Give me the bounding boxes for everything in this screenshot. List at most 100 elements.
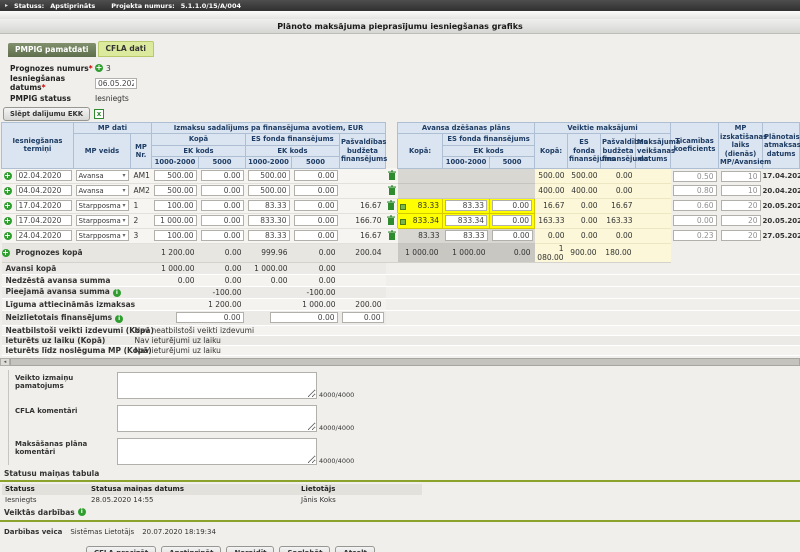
slept-dalijumu-ekk-button[interactable]: Slēpt dalījumu EKK (3, 107, 90, 121)
koef-input[interactable] (673, 171, 717, 182)
termins-input[interactable] (16, 170, 72, 181)
recalc-icon[interactable] (400, 219, 406, 225)
e2-input[interactable] (294, 230, 338, 241)
apstiprinat-button[interactable]: Apstiprināt (161, 546, 221, 552)
recalc-icon[interactable] (400, 204, 406, 210)
info-icon[interactable]: i (113, 289, 121, 297)
info-icon[interactable]: i (78, 508, 86, 516)
veikto-izmainu-textarea[interactable] (117, 372, 317, 399)
darbibas-veica-user: Sistēmas Lietotājs (70, 528, 134, 536)
adp-kopa-value: 83.33 (418, 201, 439, 210)
scrollbar-thumb[interactable] (10, 358, 800, 366)
vm-kopa-value: 500.00 (535, 168, 568, 183)
adp-kopa-value: 1 000.00 (398, 243, 443, 262)
delete-row-icon[interactable] (388, 170, 396, 180)
saglabat-button[interactable]: Saglabāt (279, 546, 330, 552)
add-row-icon[interactable]: + (4, 172, 12, 180)
k2-input[interactable] (201, 185, 244, 196)
vm-kopa-value: 16.67 (535, 198, 568, 213)
add-row-icon[interactable]: + (4, 217, 12, 225)
laiks-input[interactable] (721, 215, 761, 226)
koef-input[interactable] (673, 200, 717, 211)
vm-datums-value (636, 213, 671, 228)
char-counter: 4000/4000 (319, 424, 354, 432)
k1-input[interactable] (154, 230, 197, 241)
delete-row-icon[interactable] (388, 185, 396, 195)
adp-5000-input[interactable] (492, 200, 532, 211)
koef-input[interactable] (673, 230, 717, 241)
mp-veids-select[interactable]: Avansa▾ (76, 170, 129, 181)
col-vm-kopa: Kopā: (535, 134, 568, 168)
neizlietotais-es-input[interactable] (270, 312, 338, 323)
add-row-icon[interactable]: + (4, 187, 12, 195)
e2-input[interactable] (294, 200, 338, 211)
e2-input[interactable] (294, 170, 338, 181)
delete-row-icon[interactable] (387, 215, 395, 225)
excel-export-icon[interactable]: x (94, 109, 104, 119)
info-icon[interactable]: i (115, 315, 123, 323)
atcelt-button[interactable]: Atcelt (335, 546, 374, 552)
adp-1000-input[interactable] (445, 200, 487, 211)
termins-input[interactable] (16, 185, 72, 196)
termins-input[interactable] (16, 200, 72, 211)
iesniegsanas-datums-input[interactable] (95, 78, 137, 89)
vm-pasv-value: 180.00 (601, 243, 636, 262)
e1-input[interactable] (248, 185, 290, 196)
add-prognoze-icon[interactable]: + (95, 64, 103, 72)
e2-input[interactable] (294, 215, 338, 226)
scroll-left-icon[interactable]: ◂ (0, 358, 10, 366)
e2-input[interactable] (294, 185, 338, 196)
k2-input[interactable] (201, 215, 244, 226)
laiks-input[interactable] (721, 200, 761, 211)
koef-input[interactable] (673, 185, 717, 196)
add-row-icon[interactable]: + (4, 202, 12, 210)
adp-1000-input[interactable] (445, 215, 487, 226)
mp-veids-select[interactable]: Avansa▾ (76, 185, 129, 196)
e1-input[interactable] (248, 200, 290, 211)
neizlietotais-pasv-input[interactable] (342, 312, 384, 323)
delete-row-icon[interactable] (388, 230, 396, 240)
k1-input[interactable] (154, 185, 197, 196)
veikto-izmainu-label: Veikto izmaiņu pamatojums (15, 372, 117, 399)
delete-row-icon[interactable] (387, 200, 395, 210)
e1-input[interactable] (248, 215, 290, 226)
neizlietotais-kopa-input[interactable] (176, 312, 244, 323)
cfla-precizet-button[interactable]: CFLA precizēt (86, 546, 156, 552)
termins-input[interactable] (16, 230, 72, 241)
maksasanas-plana-textarea[interactable] (117, 438, 317, 465)
col-adp-kopa: Kopā: (398, 134, 443, 168)
adp-5000-input[interactable] (492, 215, 532, 226)
k2-input[interactable] (201, 230, 244, 241)
expander-arrow-icon[interactable]: ▸ (5, 2, 8, 9)
mp-veids-select[interactable]: Starpposma▾ (76, 200, 129, 211)
k1-input[interactable] (154, 215, 197, 226)
e1-input[interactable] (248, 170, 290, 181)
row-label: Līguma attiecināmās izmaksas (2, 298, 152, 310)
tab-pmpig-pamatdati[interactable]: PMPIG pamatdati (8, 43, 96, 57)
laiks-input[interactable] (721, 230, 761, 241)
e1-input[interactable] (248, 230, 290, 241)
laiks-input[interactable] (721, 185, 761, 196)
mp-veids-select[interactable]: Starpposma▾ (76, 230, 129, 241)
mp-veids-select[interactable]: Starpposma▾ (76, 215, 129, 226)
koef-input[interactable] (673, 215, 717, 226)
cfla-komentari-textarea[interactable] (117, 405, 317, 432)
pasv-value (340, 183, 386, 198)
mp-row: +Avansa▾AM1500.00500.000.0017.04.2020 (2, 168, 800, 183)
k2-input[interactable] (201, 200, 244, 211)
add-row-icon[interactable]: + (2, 249, 10, 257)
adp-5000-input[interactable] (492, 230, 533, 241)
tab-cfla-dati[interactable]: CFLA dati (98, 41, 154, 57)
add-row-icon[interactable]: + (4, 232, 12, 240)
k1-input[interactable] (154, 200, 197, 211)
termins-input[interactable] (16, 215, 72, 226)
laiks-input[interactable] (721, 171, 761, 182)
horizontal-scrollbar[interactable]: ◂ (0, 358, 800, 366)
mp-nr-value: 1 (131, 198, 152, 213)
adp-1000-input[interactable] (445, 230, 488, 241)
vm-datums-value (636, 168, 671, 183)
pasv-value: 166.70 (340, 213, 386, 228)
k1-input[interactable] (154, 170, 197, 181)
noraidit-button[interactable]: Noraidīt (226, 546, 274, 552)
k2-input[interactable] (201, 170, 244, 181)
